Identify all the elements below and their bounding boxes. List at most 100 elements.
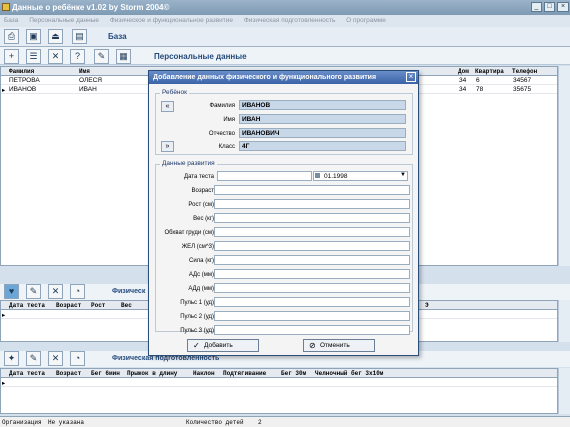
systolic-input[interactable] [214, 269, 410, 279]
col-age[interactable]: Возраст [56, 370, 81, 377]
col-phone[interactable]: Телефон [512, 68, 537, 75]
add-button-label: Добавить [204, 342, 233, 349]
heart-icon[interactable]: ♥ [4, 284, 19, 299]
col-shuttle[interactable]: Челночный бег 3х10м [315, 370, 383, 377]
col-test-date[interactable]: Дата теста [9, 370, 45, 377]
menu-base[interactable]: База [4, 17, 18, 24]
col-bend[interactable]: Наклон [193, 370, 215, 377]
diastolic-input[interactable] [214, 283, 410, 293]
add-user-icon[interactable]: + [4, 49, 19, 64]
table-row[interactable]: ▸ [1, 378, 557, 387]
close-button[interactable]: × [557, 2, 569, 12]
vital-capacity-input[interactable] [214, 241, 410, 251]
personal-title: Персональные данные [154, 52, 247, 61]
cancel-button[interactable]: ⊘ Отменить [303, 339, 375, 352]
age-input[interactable] [214, 185, 410, 195]
app-icon [2, 3, 10, 11]
pulse3-input[interactable] [214, 325, 410, 335]
col-height[interactable]: Рост [91, 302, 105, 309]
col-run6[interactable]: Бег 6мин [91, 370, 120, 377]
physical-scrollbar[interactable] [558, 300, 570, 342]
menu-fitness[interactable]: Физическая подготовленность [244, 17, 336, 24]
edit-fitness-icon[interactable]: ✎ [26, 351, 41, 366]
col-long-jump[interactable]: Прыжок в длину [127, 370, 177, 377]
menu-about[interactable]: О программе [346, 17, 386, 24]
col-run30[interactable]: Бег 30м [281, 370, 306, 377]
field-label: Обхват груди (см) [164, 230, 214, 236]
field-label: Пульс 3 (уд) [180, 328, 214, 334]
pulse2-input[interactable] [214, 311, 410, 321]
user-list-icon[interactable]: ☰ [26, 49, 41, 64]
field-label: Сила (кг) [189, 258, 214, 264]
field-label: АДс (мм) [188, 272, 214, 278]
col-surname[interactable]: Фамилия [9, 68, 34, 75]
runner-icon[interactable]: ✦ [4, 351, 19, 366]
pulse1-input[interactable] [214, 297, 410, 307]
chevron-down-icon[interactable]: ▼ [400, 172, 406, 178]
surname-label: Фамилия [209, 103, 235, 109]
child-group-label: Ребёнок [160, 89, 189, 96]
status-bar: Организация Не указана Количество детей … [0, 416, 570, 427]
col-pullups[interactable]: Подтягивание [223, 370, 266, 377]
surname-field: ИВАНОВ [239, 100, 406, 110]
height-input[interactable] [214, 199, 410, 209]
weight-input[interactable] [214, 213, 410, 223]
status-count-label: Количество детей [186, 419, 244, 426]
edit-icon[interactable]: ✎ [94, 49, 109, 64]
patronymic-field: ИВАНОВИЧ [239, 128, 406, 138]
chart-icon[interactable]: ◔ [70, 284, 85, 299]
test-date-input[interactable] [217, 171, 312, 181]
chest-input[interactable] [214, 227, 410, 237]
cancel-icon: ⊘ [309, 341, 316, 350]
check-icon: ✓ [193, 341, 200, 350]
col-name[interactable]: Имя [79, 68, 90, 75]
name-label: Имя [223, 117, 235, 123]
cancel-button-label: Отменить [320, 342, 350, 349]
calendar-icon [315, 173, 320, 178]
add-data-dialog: Добавление данных физического и функцион… [148, 70, 419, 356]
delete-record-icon[interactable]: ✕ [48, 284, 63, 299]
fitness-scrollbar[interactable] [558, 368, 570, 414]
row-pointer-icon: ▸ [2, 380, 6, 387]
delete-fitness-icon[interactable]: ✕ [48, 351, 63, 366]
menu-physical[interactable]: Физическое и функциональное развитие [110, 17, 233, 24]
col-house[interactable]: Дом [458, 68, 469, 75]
window-title-bar: Данные о ребёнке v1.02 by Storm 2004© [0, 0, 570, 15]
open-icon[interactable]: ⏏ [48, 29, 63, 44]
cell: 34 [459, 86, 467, 93]
table-header: Дата теста Возраст Бег 6мин Прыжок в дли… [1, 369, 557, 378]
col-age[interactable]: Возраст [56, 302, 81, 309]
dialog-close-button[interactable]: × [406, 72, 416, 82]
col-apartment[interactable]: Квартира [475, 68, 504, 75]
delete-user-icon[interactable]: ✕ [48, 49, 63, 64]
maximize-button[interactable]: □ [544, 2, 555, 12]
test-date-label: Дата теста [184, 174, 214, 180]
cell: 34567 [513, 77, 532, 84]
cell: ИВАН [79, 86, 97, 93]
print-icon[interactable]: ⎙ [4, 29, 19, 44]
report-icon[interactable]: ▦ [116, 49, 131, 64]
window-title: Данные о ребёнке v1.02 by Storm 2004© [12, 3, 170, 12]
add-button[interactable]: ✓ Добавить [187, 339, 259, 352]
name-field: ИВАН [239, 114, 406, 124]
date-select[interactable]: 01.1998 [313, 171, 408, 181]
col-weight[interactable]: Вес [121, 302, 132, 309]
book-icon[interactable]: ▤ [72, 29, 87, 44]
help-icon[interactable]: ? [70, 49, 85, 64]
minimize-button[interactable]: _ [531, 2, 542, 12]
cell: ИВАНОВ [9, 86, 37, 93]
strength-input[interactable] [214, 255, 410, 265]
col-more[interactable]: Э [425, 302, 429, 309]
col-test-date[interactable]: Дата теста [9, 302, 45, 309]
menu-personal[interactable]: Персональные данные [29, 17, 99, 24]
edit-record-icon[interactable]: ✎ [26, 284, 41, 299]
toolbar-title: База [108, 32, 127, 41]
patronymic-label: Отчество [208, 131, 235, 137]
cell: 78 [476, 86, 484, 93]
field-label: АДд (мм) [188, 286, 214, 292]
save-icon[interactable]: ▣ [26, 29, 41, 44]
personal-scrollbar[interactable] [558, 66, 570, 266]
row-pointer-icon: ▸ [2, 312, 6, 319]
cell: 34 [459, 77, 467, 84]
fitness-chart-icon[interactable]: ◔ [70, 351, 85, 366]
